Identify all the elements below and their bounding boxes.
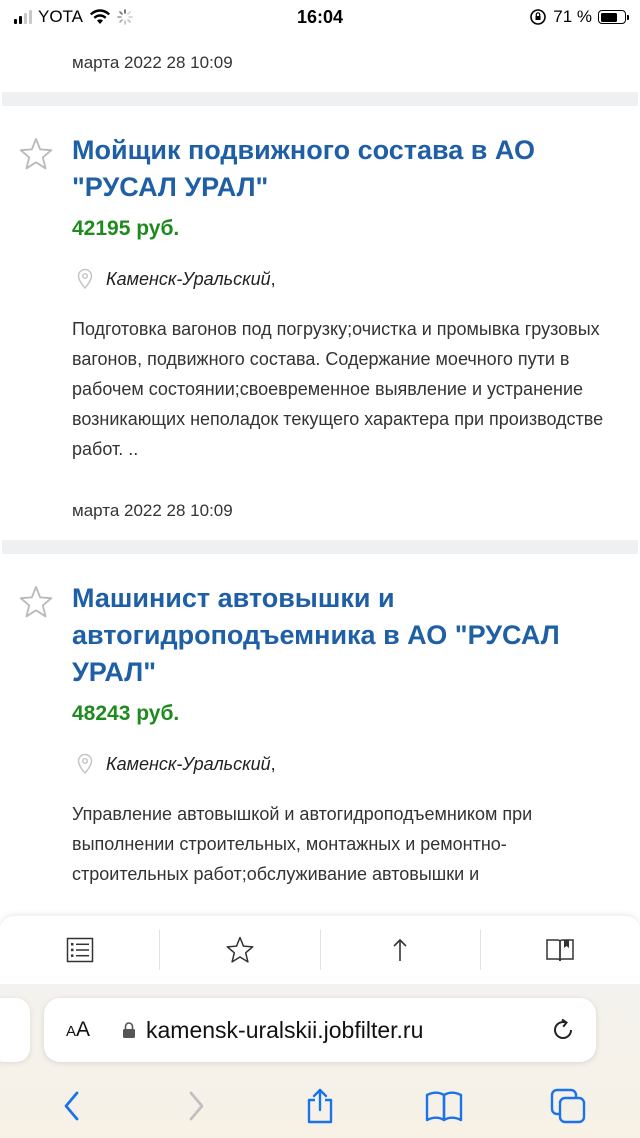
arrow-up-icon <box>393 938 407 961</box>
list-button[interactable] <box>0 930 161 970</box>
city-comma: , <box>270 268 276 289</box>
battery-percent: 71 % <box>553 7 592 26</box>
carrier-label: YOTA <box>38 7 84 26</box>
favorites-button[interactable] <box>160 930 321 970</box>
clock: 16:04 <box>296 6 344 27</box>
site-toolbar <box>0 916 640 984</box>
divider <box>2 92 638 106</box>
favorite-star-icon[interactable] <box>18 584 54 620</box>
lock-icon <box>123 1022 135 1038</box>
status-right: 71 % <box>416 7 629 27</box>
job-city: Каменск-Уральский <box>106 753 271 774</box>
reload-icon[interactable] <box>550 1017 576 1043</box>
status-left: YOTA <box>14 7 224 27</box>
previous-tab-preview[interactable] <box>0 998 30 1062</box>
forward-button[interactable] <box>176 1086 216 1126</box>
job-title-link[interactable]: Мойщик подвижного состава в АО "РУСАЛ УР… <box>72 132 620 206</box>
tabs-button[interactable] <box>548 1086 588 1126</box>
job-city: Каменск-Уральский <box>106 268 271 289</box>
url-text[interactable]: kamensk-uralskii.jobfilter.ru <box>146 1017 550 1044</box>
forward-icon <box>189 1091 204 1121</box>
bookmarks-button[interactable] <box>424 1086 464 1126</box>
browser-toolbar: AA kamensk-uralskii.jobfilter.ru <box>0 984 640 1138</box>
job-salary: 48243 руб. <box>72 702 180 725</box>
browser-nav-row <box>0 1080 640 1132</box>
reader-icon <box>546 939 575 962</box>
loading-spinner-icon <box>117 9 133 25</box>
job-date: марта 2022 28 10:09 <box>72 53 233 72</box>
battery-icon <box>598 10 629 24</box>
text-size-button[interactable]: AA <box>66 1018 122 1042</box>
status-bar: YOTA 16:04 71 % <box>0 0 640 34</box>
wifi-icon <box>90 9 111 24</box>
bookmarks-icon <box>425 1091 463 1122</box>
address-bar[interactable]: AA kamensk-uralskii.jobfilter.ru <box>44 998 596 1062</box>
location-pin-icon <box>77 753 93 775</box>
location-pin-icon <box>77 268 93 290</box>
job-title-link[interactable]: Машинист автовышки и автогидроподъемника… <box>72 580 620 691</box>
job-description: Управление автовышкой и автогидроподъемн… <box>72 804 533 884</box>
job-location: Каменск-Уральский, <box>72 749 620 779</box>
job-card: Машинист автовышки и автогидроподъемника… <box>0 554 640 889</box>
scroll-top-button[interactable] <box>321 930 481 970</box>
orientation-lock-icon <box>530 9 547 25</box>
job-description: Подготовка вагонов под погрузку;очистка … <box>72 319 604 459</box>
battery-fill <box>600 12 617 22</box>
share-button[interactable] <box>300 1086 340 1126</box>
back-button[interactable] <box>52 1086 92 1126</box>
reader-button[interactable] <box>481 930 640 970</box>
job-location: Каменск-Уральский, <box>72 264 620 294</box>
city-comma: , <box>270 753 276 774</box>
job-salary: 42195 руб. <box>72 217 180 240</box>
signal-icon <box>14 10 32 24</box>
star-icon <box>226 936 254 963</box>
job-list: марта 2022 28 10:09 Мойщик подвижного со… <box>0 34 640 889</box>
list-icon <box>66 937 93 963</box>
divider <box>2 540 638 554</box>
job-card: Мойщик подвижного состава в АО "РУСАЛ УР… <box>0 106 640 464</box>
job-date: марта 2022 28 10:09 <box>72 501 233 520</box>
back-icon <box>64 1091 79 1121</box>
favorite-star-icon[interactable] <box>18 136 54 172</box>
share-icon <box>307 1088 333 1124</box>
tabs-icon <box>550 1088 586 1124</box>
